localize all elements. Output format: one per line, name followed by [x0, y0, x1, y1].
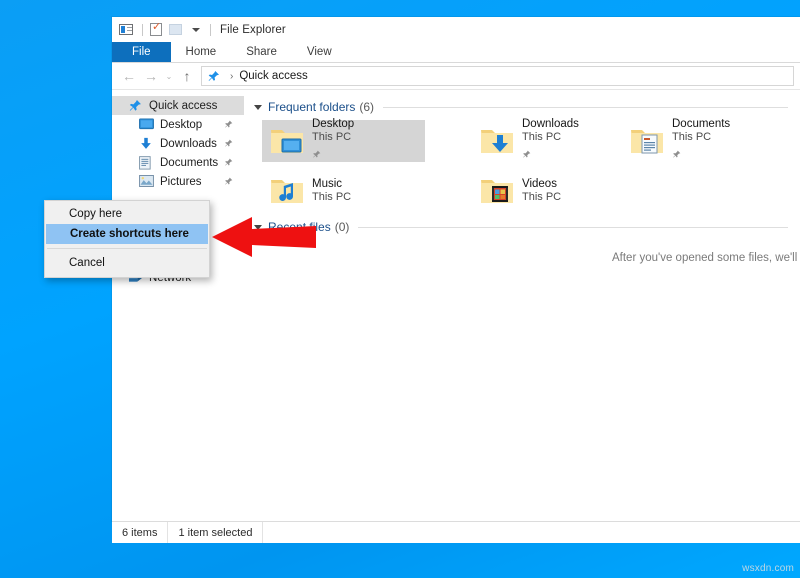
tile-subtitle-desktop: This PC [312, 131, 354, 145]
frequent-folders-list: Desktop This PC [252, 118, 800, 214]
tab-file[interactable]: File [112, 42, 171, 62]
folder-desktop-icon [269, 125, 305, 157]
tab-share[interactable]: Share [231, 42, 292, 62]
folder-music-icon [269, 175, 305, 207]
chevron-down-icon[interactable] [254, 105, 262, 110]
toolbar-divider [142, 24, 143, 36]
watermark: wsxdn.com [742, 563, 794, 574]
tab-view[interactable]: View [292, 42, 347, 62]
tile-name-downloads: Downloads [522, 117, 579, 131]
up-button[interactable]: ↑ [176, 65, 198, 87]
content-pane: Frequent folders (6) [244, 90, 800, 521]
status-filler [262, 522, 800, 543]
tile-text-videos: Videos This PC [522, 177, 561, 205]
breadcrumb-quick-access[interactable]: Quick access [239, 70, 307, 82]
tile-subtitle-documents: This PC [672, 131, 730, 145]
sidebar-item-documents[interactable]: Documents [112, 153, 244, 172]
quick-access-pin-icon [207, 70, 220, 83]
tile-text-music: Music This PC [312, 177, 351, 205]
recent-files-section: Recent files (0) After you've opened som… [252, 220, 800, 234]
tile-text-desktop: Desktop This PC [312, 117, 354, 165]
recent-locations-button[interactable]: ⌄ [162, 65, 176, 87]
status-item-count: 6 items [112, 522, 167, 543]
recent-files-count: (0) [335, 220, 350, 234]
tile-subtitle-music: This PC [312, 191, 351, 205]
status-bar: 6 items 1 item selected [112, 521, 800, 543]
tile-name-documents: Documents [672, 117, 730, 131]
tile-text-documents: Documents This PC [672, 117, 730, 165]
tile-name-music: Music [312, 177, 351, 191]
pin-icon-tile-documents[interactable] [672, 150, 681, 159]
tile-downloads[interactable]: Downloads This PC [472, 120, 635, 162]
pin-icon-tile-desktop[interactable] [312, 150, 321, 159]
file-explorer-window: File Explorer File Home Share View ← → ⌄… [112, 17, 800, 521]
tile-name-videos: Videos [522, 177, 561, 191]
frequent-folders-title: Frequent folders [268, 100, 355, 114]
pin-icon-desktop[interactable] [224, 120, 233, 129]
breadcrumb-separator: › [230, 71, 233, 82]
sidebar-label-desktop: Desktop [160, 119, 202, 131]
tile-name-desktop: Desktop [312, 117, 354, 131]
frequent-folders-header[interactable]: Frequent folders (6) [252, 100, 800, 114]
tile-text-downloads: Downloads This PC [522, 117, 579, 165]
sidebar-item-quick-access[interactable]: Quick access [112, 96, 244, 115]
sidebar-label-downloads: Downloads [160, 138, 217, 150]
address-input[interactable]: › Quick access [201, 66, 794, 86]
tab-home[interactable]: Home [171, 42, 232, 62]
folder-documents-icon [629, 125, 665, 157]
context-menu-separator [47, 248, 207, 249]
pin-icon-tile-downloads[interactable] [522, 150, 531, 159]
back-button[interactable]: ← [118, 65, 140, 87]
sidebar-item-pictures[interactable]: Pictures [112, 172, 244, 191]
desktop-icon [139, 118, 155, 132]
sidebar-item-desktop[interactable]: Desktop [112, 115, 244, 134]
context-menu-item-copy-here[interactable]: Copy here [45, 204, 209, 224]
pin-icon-pictures[interactable] [224, 177, 233, 186]
title-bar: File Explorer [112, 17, 800, 42]
tile-subtitle-videos: This PC [522, 191, 561, 205]
document-icon [139, 156, 155, 170]
pin-icon [128, 99, 144, 113]
tile-videos[interactable]: Videos This PC [472, 170, 635, 212]
sidebar-item-downloads[interactable]: Downloads [112, 134, 244, 153]
new-folder-icon[interactable] [167, 22, 183, 38]
toolbar-divider-2 [210, 24, 211, 36]
sidebar-label-quick-access: Quick access [149, 100, 217, 112]
context-menu-item-cancel[interactable]: Cancel [45, 253, 209, 273]
tile-music[interactable]: Music This PC [262, 170, 425, 212]
pin-icon-downloads[interactable] [224, 139, 233, 148]
recent-files-empty-message: After you've opened some files, we'll sh… [612, 252, 800, 264]
window-title: File Explorer [220, 24, 286, 36]
recent-files-header[interactable]: Recent files (0) [252, 220, 800, 234]
customize-dropdown-icon[interactable] [186, 22, 202, 38]
header-rule [383, 107, 788, 108]
pin-icon-documents[interactable] [224, 158, 233, 167]
download-icon [139, 137, 155, 151]
navigation-pane: Quick access Desktop [112, 90, 244, 521]
forward-button[interactable]: → [140, 65, 162, 87]
tile-documents[interactable]: Documents This PC [622, 120, 785, 162]
pictures-icon [139, 175, 155, 189]
recent-header-rule [358, 227, 788, 228]
window-body: Quick access Desktop [112, 89, 800, 521]
folder-videos-icon [479, 175, 515, 207]
drag-drop-context-menu: Copy here Create shortcuts here Cancel [44, 200, 210, 278]
status-selection: 1 item selected [167, 522, 262, 543]
frequent-folders-count: (6) [359, 100, 374, 114]
ribbon-tabs: File Home Share View [112, 42, 800, 63]
tile-desktop[interactable]: Desktop This PC [262, 120, 425, 162]
tile-subtitle-downloads: This PC [522, 131, 579, 145]
address-bar: ← → ⌄ ↑ › Quick access [112, 63, 800, 89]
annotation-arrow-icon [212, 214, 316, 260]
sidebar-label-pictures: Pictures [160, 176, 202, 188]
folder-downloads-icon [479, 125, 515, 157]
context-menu-item-create-shortcuts-here[interactable]: Create shortcuts here [46, 224, 208, 244]
properties-icon[interactable] [148, 22, 164, 38]
sidebar-label-documents: Documents [160, 157, 218, 169]
explorer-icon[interactable] [118, 22, 134, 38]
